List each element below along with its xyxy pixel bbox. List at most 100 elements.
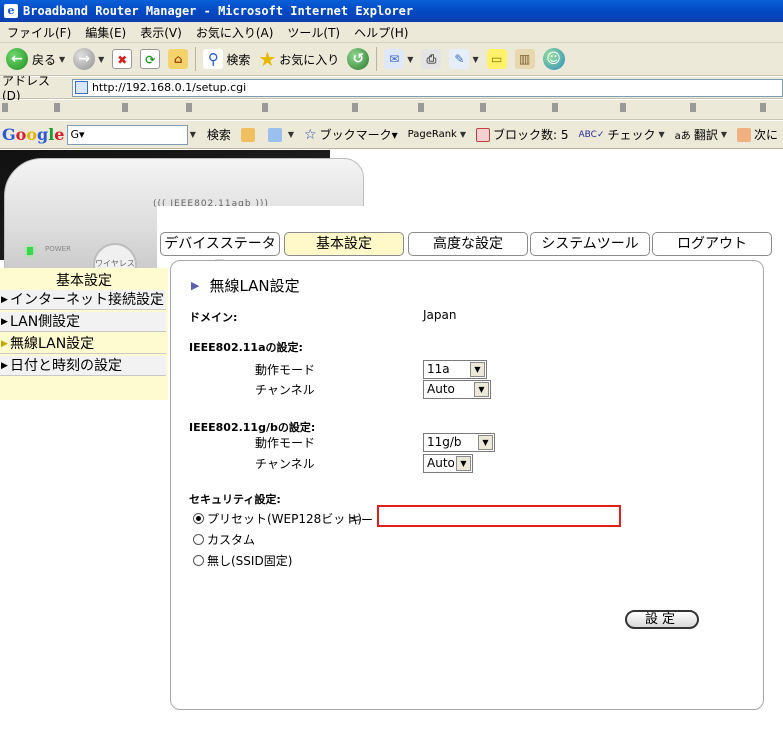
menu-help[interactable]: ヘルプ(H) [347,24,415,41]
gb-mode-value: 11g/b [427,435,462,449]
gb-mode-select[interactable]: 11g/b ▼ [423,433,495,452]
link-stub[interactable] [480,103,486,112]
triangle-right-icon: ▶ [1,361,8,371]
link-stub[interactable] [418,103,424,112]
triangle-right-icon: ▶ [1,339,8,349]
wireless-settings-panel: ▶ 無線LAN設定 ドメイン: Japan IEEE802.11aの設定: 動作… [170,260,764,710]
radio-custom[interactable]: カスタム [193,531,255,548]
stop-button[interactable]: ✖ [108,45,136,73]
home-button[interactable]: ⌂ [164,45,192,73]
chevron-down-icon: ▼ [459,130,466,139]
ieee-a-section-label: IEEE802.11aの設定: [189,341,303,354]
page-title: 無線LAN設定 [209,277,300,295]
menu-tools[interactable]: ツール(T) [280,24,347,41]
link-stub[interactable] [620,103,626,112]
google-logo[interactable]: Google [0,125,67,144]
sidebar-title: 基本設定 [56,273,112,289]
link-stub[interactable] [122,103,128,112]
edit-button[interactable]: ✎ ▼ [445,45,482,73]
link-stub[interactable] [690,103,696,112]
sidebar-item-datetime[interactable]: ▶ 日付と時刻の設定 [0,356,166,376]
gmail-button[interactable] [236,127,263,142]
google-search-button[interactable]: 検索 [202,126,236,143]
link-stub[interactable] [760,103,766,112]
back-arrow-icon: ← [6,48,28,70]
tab-advanced-settings[interactable]: 高度な設定 [408,232,528,256]
menu-edit[interactable]: 編集(E) [78,24,133,41]
link-stub[interactable] [262,103,268,112]
toolbar-divider [376,47,378,71]
star-icon: ★ [258,47,277,71]
research-icon: ▥ [514,49,535,69]
tab-logout[interactable]: ログアウト [652,232,772,256]
chevron-down-icon: ▼ [472,54,479,64]
chevron-down-icon: ▼ [658,130,665,139]
menu-view[interactable]: 表示(V) [133,24,189,41]
a-mode-value: 11a [427,362,450,376]
print-icon: ⎙ [421,49,442,69]
bookmarks-button[interactable]: ☆ ブックマーク▾ [299,126,403,143]
mail-button[interactable]: ✉ ▼ [380,45,417,73]
search-button[interactable]: ⚲ 検索 [199,45,254,73]
apply-settings-button[interactable]: 設定 [625,610,699,629]
a-mode-select[interactable]: 11a ▼ [423,360,487,379]
translate-button[interactable]: aあ 翻訳 ▼ [670,126,732,143]
ieee-gb-section-label: IEEE802.11g/bの設定: [189,421,316,434]
radio-preset-wep128[interactable]: プリセット(WEP128ビット) [193,510,362,527]
address-label: アドレス(D) [2,74,51,103]
google-search-label: 検索 [206,128,231,142]
tab-system-tools[interactable]: システムツール [530,232,650,256]
a-channel-select[interactable]: Auto ▼ [423,380,491,399]
radio-button [193,513,204,524]
favorites-button[interactable]: ★ お気に入り [254,45,343,73]
messenger-icon: ☺ [542,48,565,70]
wep-key-input[interactable] [377,505,621,527]
menu-file[interactable]: ファイル(F) [0,24,78,41]
spellcheck-button[interactable]: ABC✓ チェック ▼ [574,126,670,143]
pagerank-button[interactable]: PageRank ▼ [403,129,471,140]
next-label: 次に [753,128,778,142]
address-bar: アドレス(D) http://192.168.0.1/setup.cgi [0,74,783,103]
menu-favorites[interactable]: お気に入り(A) [189,24,281,41]
sidebar-item-label: 無線LAN設定 [10,336,95,352]
google-search-input[interactable]: G▾ [67,124,188,145]
send-to-button[interactable]: 次に [732,126,783,143]
link-stub[interactable] [552,103,558,112]
sidebar-item-wireless[interactable]: ▶ 無線LAN設定 [0,334,166,354]
link-stub[interactable] [352,103,358,112]
radio-none-ssid-fixed[interactable]: 無し(SSID固定) [193,552,292,569]
preset-label: プリセット(WEP128ビット) [207,512,362,526]
refresh-button[interactable]: ⟳ [136,45,164,73]
sidebar-item-lan[interactable]: ▶ LAN側設定 [0,312,166,332]
radio-button [193,534,204,545]
blocked-count: ブロック数: 5 [493,128,569,142]
google-apps-button[interactable]: ▼ [263,127,299,142]
forward-button[interactable]: → ▼ [69,45,108,73]
discuss-button[interactable]: ▭ [483,45,511,73]
abc-check-icon: ABC✓ [578,129,605,140]
tab-device-status[interactable]: デバイスステータス [160,232,280,274]
window-title: Broadband Router Manager - Microsoft Int… [23,4,414,18]
messenger-button[interactable]: ☺ [539,45,569,73]
send-icon [736,127,751,142]
research-button[interactable]: ▥ [511,45,539,73]
gb-channel-select[interactable]: Auto ▼ [423,454,473,473]
print-button[interactable]: ⎙ [417,45,445,73]
address-input[interactable]: http://192.168.0.1/setup.cgi [71,78,783,97]
link-stub[interactable] [186,103,192,112]
back-button[interactable]: ← 戻る ▼ [2,45,69,73]
history-button[interactable]: ↺ [343,45,373,73]
ie-logo-icon: e [4,4,18,18]
chevron-down-icon: ▼ [456,456,471,471]
sidebar-item-internet[interactable]: ▶ インターネット接続設定 [0,290,166,310]
chevron-down-icon[interactable]: ▼ [190,130,196,139]
link-stub[interactable] [2,103,8,112]
chevron-down-icon: ▼ [720,130,727,139]
a-channel-value: Auto [427,382,455,396]
chevron-down-icon: ▼ [407,54,414,64]
tab-basic-settings[interactable]: 基本設定 [284,232,404,256]
radio-button [193,555,204,566]
link-stub[interactable] [54,103,60,112]
standard-toolbar: ← 戻る ▼ → ▼ ✖ ⟳ ⌂ ⚲ 検索 ★ お気に入り ↺ ✉ ▼ ⎙ ✎ … [0,43,783,76]
popup-blocker-button[interactable]: ブロック数: 5 [471,126,574,143]
